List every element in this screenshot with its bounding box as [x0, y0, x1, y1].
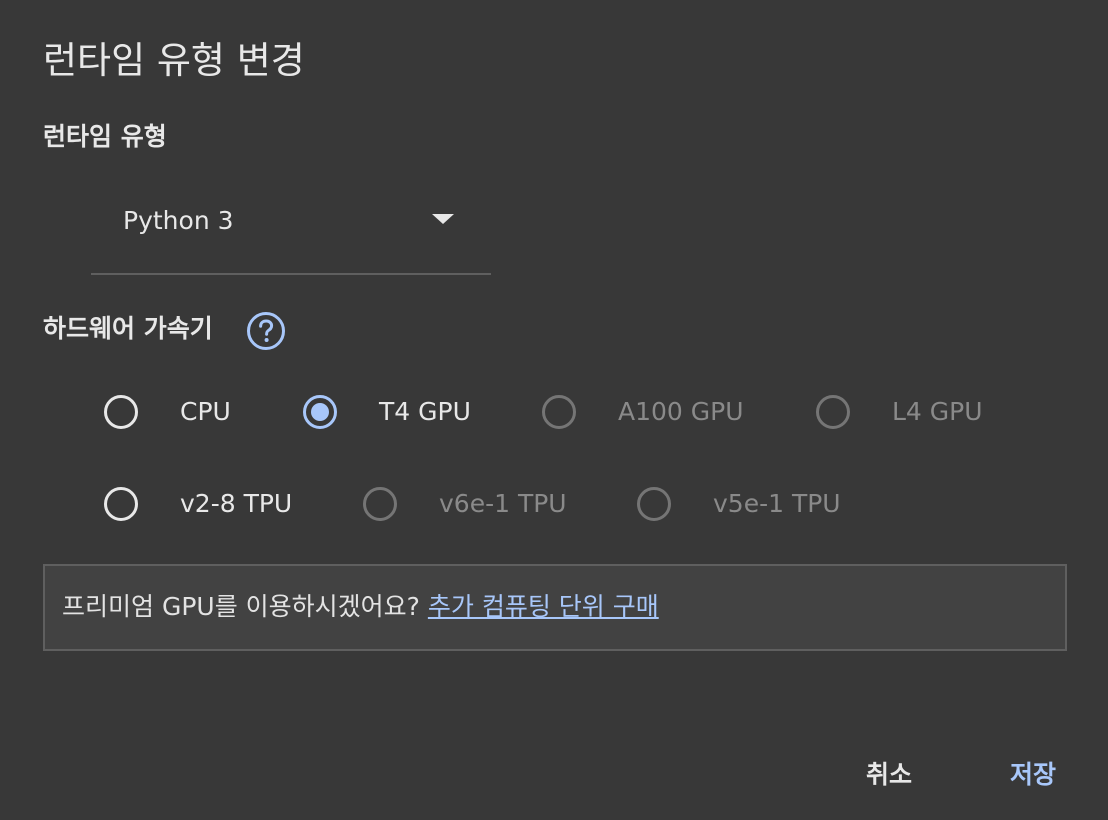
radio-label-cpu: CPU [180, 397, 231, 426]
radio-a100-gpu: A100 GPU [542, 390, 744, 434]
radio-label-v5e-1-tpu: v5e-1 TPU [713, 489, 841, 518]
change-runtime-dialog: 런타임 유형 변경 런타임 유형 Python 3 하드웨어 가속기 CPU T… [0, 0, 1108, 820]
premium-gpu-banner: 프리미엄 GPU를 이용하시겠어요? 추가 컴퓨팅 단위 구매 [43, 564, 1067, 651]
runtime-type-label: 런타임 유형 [43, 122, 167, 151]
dropdown-arrow-icon [432, 214, 454, 224]
radio-button[interactable] [104, 487, 138, 521]
runtime-type-select[interactable]: Python 3 [91, 190, 491, 275]
radio-v2-8-tpu[interactable]: v2-8 TPU [104, 482, 292, 526]
radio-button-disabled [542, 395, 576, 429]
radio-label-t4-gpu: T4 GPU [379, 397, 471, 426]
radio-button-disabled [363, 487, 397, 521]
save-button[interactable]: 저장 [1010, 756, 1056, 794]
dialog-title: 런타임 유형 변경 [43, 39, 305, 82]
radio-label-v6e-1-tpu: v6e-1 TPU [439, 489, 567, 518]
hardware-accelerator-label: 하드웨어 가속기 [43, 314, 213, 343]
radio-button[interactable] [104, 395, 138, 429]
radio-v6e-1-tpu: v6e-1 TPU [363, 482, 567, 526]
help-circle-icon[interactable] [246, 311, 286, 351]
runtime-type-value: Python 3 [123, 206, 234, 235]
radio-t4-gpu[interactable]: T4 GPU [303, 390, 471, 434]
premium-gpu-message: 프리미엄 GPU를 이용하시겠어요? 추가 컴퓨팅 단위 구매 [62, 590, 659, 624]
radio-v5e-1-tpu: v5e-1 TPU [637, 482, 841, 526]
radio-label-v2-8-tpu: v2-8 TPU [180, 489, 293, 518]
radio-label-l4-gpu: L4 GPU [892, 397, 983, 426]
radio-cpu[interactable]: CPU [104, 390, 231, 434]
radio-button-disabled [816, 395, 850, 429]
radio-label-a100-gpu: A100 GPU [618, 397, 744, 426]
premium-gpu-question: 프리미엄 GPU를 이용하시겠어요? [62, 592, 420, 621]
radio-button-disabled [637, 487, 671, 521]
radio-l4-gpu: L4 GPU [816, 390, 983, 434]
radio-button-selected[interactable] [303, 395, 337, 429]
cancel-button[interactable]: 취소 [866, 756, 912, 794]
purchase-compute-units-link[interactable]: 추가 컴퓨팅 단위 구매 [428, 592, 659, 621]
